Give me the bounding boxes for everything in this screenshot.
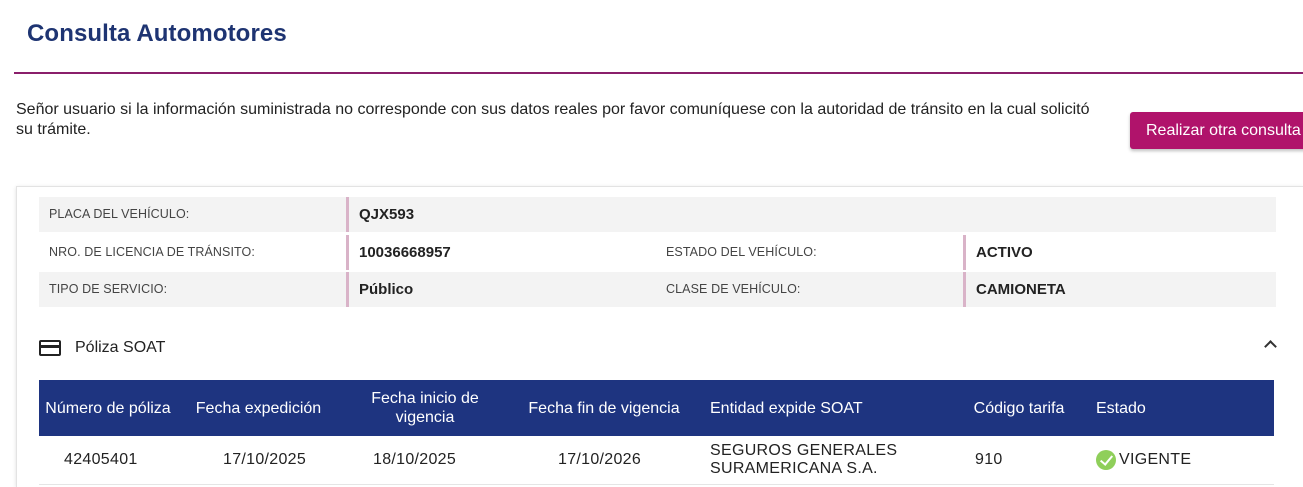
soat-section-title: Póliza SOAT xyxy=(75,339,166,356)
policy-number: 42405401 xyxy=(39,436,177,485)
issue-date: 17/10/2025 xyxy=(177,436,340,485)
col-tariff-code: Código tarifa xyxy=(954,380,1084,436)
state-label: ESTADO DEL VEHÍCULO: xyxy=(666,245,817,259)
title-divider xyxy=(14,72,1303,74)
info-row-license: NRO. DE LICENCIA DE TRÁNSITO: 1003666895… xyxy=(39,235,1276,270)
info-row-service: TIPO DE SERVICIO: Público CLASE DE VEHÍC… xyxy=(39,272,1276,307)
check-circle-icon xyxy=(1096,449,1116,470)
plate-label: PLACA DEL VEHÍCULO: xyxy=(49,207,190,221)
table-row: 42405401 17/10/2025 18/10/2025 17/10/202… xyxy=(39,436,1274,485)
class-label: CLASE DE VEHÍCULO: xyxy=(666,282,801,296)
soat-section-header[interactable]: Póliza SOAT xyxy=(39,335,165,361)
class-value: CAMIONETA xyxy=(963,272,1066,307)
page-title: Consulta Automotores xyxy=(27,20,287,47)
new-query-button[interactable]: Realizar otra consulta xyxy=(1130,112,1303,149)
end-date: 17/10/2026 xyxy=(510,436,698,485)
issuing-entity: SEGUROS GENERALES SURAMERICANA S.A. xyxy=(698,436,954,485)
license-label: NRO. DE LICENCIA DE TRÁNSITO: xyxy=(49,245,255,259)
chevron-up-icon[interactable] xyxy=(1261,335,1279,353)
soat-table: Número de póliza Fecha expedición Fecha … xyxy=(39,380,1274,485)
service-label: TIPO DE SERVICIO: xyxy=(49,282,168,296)
notice-text: Señor usuario si la información suminist… xyxy=(16,101,1090,138)
col-entity: Entidad expide SOAT xyxy=(698,380,954,436)
col-issue-date: Fecha expedición xyxy=(177,380,340,436)
start-date: 18/10/2025 xyxy=(340,436,510,485)
col-policy-number: Número de póliza xyxy=(39,380,177,436)
col-status: Estado xyxy=(1084,380,1274,436)
status-cell: VIGENTE xyxy=(1084,436,1274,485)
status-text: VIGENTE xyxy=(1119,450,1192,468)
soat-table-header: Número de póliza Fecha expedición Fecha … xyxy=(39,380,1274,436)
col-start-date: Fecha inicio de vigencia xyxy=(340,380,510,436)
service-value: Público xyxy=(346,272,413,307)
status-badge: VIGENTE xyxy=(1096,449,1268,470)
state-value: ACTIVO xyxy=(963,235,1033,270)
info-row-plate: PLACA DEL VEHÍCULO: QJX593 xyxy=(39,197,1276,232)
tariff-code: 910 xyxy=(954,436,1084,485)
license-value: 10036668957 xyxy=(346,235,451,270)
col-end-date: Fecha fin de vigencia xyxy=(510,380,698,436)
vehicle-result-card: PLACA DEL VEHÍCULO: QJX593 NRO. DE LICEN… xyxy=(16,186,1303,487)
plate-value: QJX593 xyxy=(346,197,414,232)
credit-card-icon xyxy=(39,340,61,356)
